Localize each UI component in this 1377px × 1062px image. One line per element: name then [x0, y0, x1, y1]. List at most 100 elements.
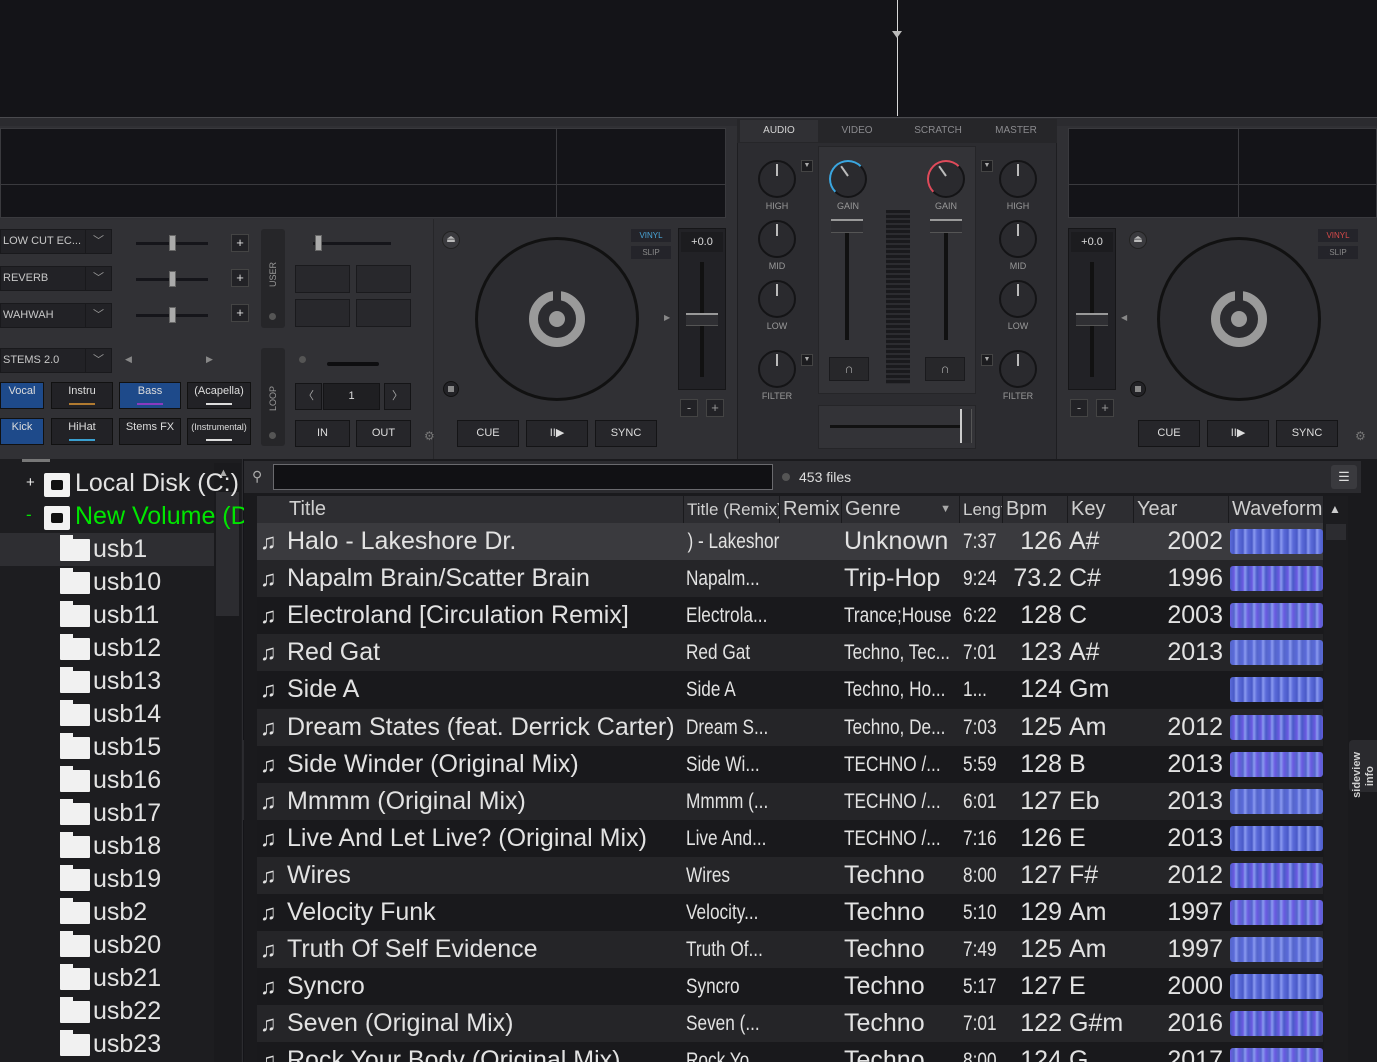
- track-row[interactable]: ♫ Rock Your Body (Original Mix) Rock Yo...…: [257, 1042, 1323, 1062]
- right-gain-knob[interactable]: [927, 160, 965, 198]
- vinyl-toggle[interactable]: VINYL: [631, 229, 671, 242]
- left-deck-settings-icon[interactable]: ⚙: [424, 429, 435, 443]
- folder-item[interactable]: usb17: [0, 797, 214, 830]
- pad-hihat[interactable]: HiHat: [51, 418, 113, 445]
- user-pad-3[interactable]: [295, 299, 350, 327]
- tab-audio[interactable]: AUDIO: [740, 120, 818, 142]
- track-row[interactable]: ♫ Napalm Brain/Scatter Brain Napalm... Trip…: [257, 560, 1323, 598]
- pad-kick[interactable]: Kick: [0, 418, 44, 445]
- user-pad-4[interactable]: [356, 299, 411, 327]
- pad-stems-fx[interactable]: Stems FX: [119, 418, 181, 445]
- crossfader-track[interactable]: [830, 425, 960, 428]
- right-pitch-plus-button[interactable]: +: [1096, 399, 1114, 417]
- loop-halve-button[interactable]: 〈: [295, 383, 322, 410]
- track-scrollbar[interactable]: [1324, 496, 1348, 1062]
- track-row[interactable]: ♫ Side A Side A Techno, Ho... 1... 124 Gm: [257, 671, 1323, 709]
- right-headphone-icon[interactable]: ∩: [925, 357, 965, 381]
- column-title-remix[interactable]: Title (Remix): [684, 496, 780, 523]
- folder-item[interactable]: usb10: [0, 566, 214, 599]
- right-slip-toggle[interactable]: SLIP: [1318, 246, 1358, 259]
- right-eq-low-knob[interactable]: [999, 280, 1037, 318]
- left-filter-knob[interactable]: [758, 350, 796, 388]
- left-sync-button[interactable]: SYNC: [595, 420, 657, 447]
- stems-next-icon[interactable]: ▶: [206, 354, 213, 365]
- right-jog-wheel[interactable]: [1157, 237, 1321, 401]
- user-slider[interactable]: [313, 242, 391, 245]
- track-row[interactable]: ♫ Side Winder (Original Mix) Side Wi... TEC…: [257, 745, 1323, 783]
- folder-item[interactable]: usb23: [0, 1028, 214, 1061]
- loop-out-button[interactable]: OUT: [356, 420, 411, 447]
- column-waveform[interactable]: Waveform: [1229, 496, 1324, 523]
- loop-mode-dot-icon[interactable]: [299, 356, 306, 363]
- waveform-overview[interactable]: [0, 0, 1377, 118]
- right-sync-button[interactable]: SYNC: [1276, 420, 1338, 447]
- pad-acapella[interactable]: (Acapella): [187, 382, 251, 409]
- user-slider-handle[interactable]: [315, 235, 322, 251]
- tab-video[interactable]: VIDEO: [820, 120, 894, 142]
- folder-item[interactable]: usb15: [0, 731, 214, 764]
- left-eq-menu-icon[interactable]: ▼: [801, 160, 813, 172]
- pad-bass[interactable]: Bass: [119, 382, 181, 409]
- column-genre[interactable]: Genre ▼: [842, 496, 960, 523]
- folder-item[interactable]: usb2: [0, 896, 214, 929]
- pad-instru[interactable]: Instru: [51, 382, 113, 409]
- track-scrollbar-thumb[interactable]: [1326, 524, 1346, 540]
- right-stop-icon[interactable]: [1130, 381, 1146, 397]
- track-row[interactable]: ♫ Red Gat Red Gat Techno, Tec... 7:01 123 A# 20…: [257, 634, 1323, 672]
- slip-toggle[interactable]: SLIP: [631, 246, 671, 259]
- effect-2-slider-handle[interactable]: [169, 271, 176, 287]
- column-key[interactable]: Key: [1068, 496, 1134, 523]
- loop-double-button[interactable]: 〉: [384, 383, 411, 410]
- eject-icon[interactable]: ⏏: [442, 231, 460, 249]
- left-jog-wheel[interactable]: [475, 237, 639, 401]
- info-tab[interactable]: info: [1364, 766, 1376, 786]
- drive-local-disk-c[interactable]: + Local Disk (C:): [0, 467, 239, 500]
- left-eq-low-knob[interactable]: [758, 280, 796, 318]
- sideview-tab[interactable]: sideview: [1351, 752, 1363, 798]
- search-icon[interactable]: ⚲: [252, 468, 262, 485]
- expand-icon[interactable]: +: [26, 474, 35, 491]
- right-pitch-handle[interactable]: [1076, 313, 1108, 326]
- right-eject-icon[interactable]: ⏏: [1129, 231, 1147, 249]
- track-row[interactable]: ♫ Wires Wires Techno 8:00 127 F# 2012: [257, 856, 1323, 894]
- left-cue-button[interactable]: CUE: [457, 420, 519, 447]
- pad-instrumental[interactable]: (Instrumental): [187, 418, 251, 445]
- track-row[interactable]: ♫ Mmmm (Original Mix) Mmmm (... TECHNO /...…: [257, 782, 1323, 820]
- user-dot-icon[interactable]: [269, 313, 276, 320]
- right-cue-button[interactable]: CUE: [1138, 420, 1200, 447]
- column-year[interactable]: Year: [1134, 496, 1229, 523]
- effect-1-add-button[interactable]: +: [231, 234, 249, 252]
- folder-item[interactable]: usb21: [0, 962, 214, 995]
- folder-item[interactable]: usb12: [0, 632, 214, 665]
- right-deck-waveform[interactable]: [1068, 128, 1377, 218]
- left-headphone-icon[interactable]: ∩: [829, 357, 869, 381]
- track-row[interactable]: ♫ Dream States (feat. Derrick Carter) Drea…: [257, 708, 1323, 746]
- right-play-button[interactable]: II▶: [1207, 420, 1269, 447]
- folder-item[interactable]: usb11: [0, 599, 214, 632]
- right-volume-fader[interactable]: [944, 228, 948, 340]
- left-pitch-minus-button[interactable]: -: [680, 399, 698, 417]
- search-input[interactable]: [273, 464, 773, 490]
- drive-new-volume-d[interactable]: - New Volume (D:): [0, 500, 264, 533]
- layout-divider[interactable]: [0, 117, 1377, 126]
- track-row[interactable]: ♫ Truth Of Self Evidence Truth Of... Techno…: [257, 931, 1323, 969]
- tab-scratch[interactable]: SCRATCH: [900, 120, 976, 142]
- folder-item[interactable]: usb1: [0, 533, 214, 566]
- effect-1-slider-handle[interactable]: [169, 235, 176, 251]
- track-row[interactable]: ♫ Velocity Funk Velocity... Techno 5:10 129 Am…: [257, 894, 1323, 931]
- collapse-icon[interactable]: -: [26, 505, 32, 525]
- right-eq-high-knob[interactable]: [999, 160, 1037, 198]
- left-eq-high-knob[interactable]: [758, 160, 796, 198]
- user-pad-1[interactable]: [295, 265, 350, 293]
- left-volume-handle[interactable]: [831, 219, 863, 233]
- effect-2-add-button[interactable]: +: [231, 269, 249, 287]
- list-options-icon[interactable]: ☰: [1331, 465, 1357, 489]
- right-filter-knob[interactable]: [999, 350, 1037, 388]
- loop-in-button[interactable]: IN: [295, 420, 350, 447]
- right-filter-menu-icon[interactable]: ▼: [981, 354, 993, 366]
- folder-item[interactable]: usb16: [0, 764, 214, 797]
- track-row[interactable]: ♫ Halo - Lakeshore Dr. ) - Lakeshor Unknow…: [257, 523, 1323, 560]
- right-volume-handle[interactable]: [930, 219, 962, 233]
- right-vinyl-toggle[interactable]: VINYL: [1318, 229, 1358, 242]
- stems-prev-icon[interactable]: ◀: [125, 354, 132, 365]
